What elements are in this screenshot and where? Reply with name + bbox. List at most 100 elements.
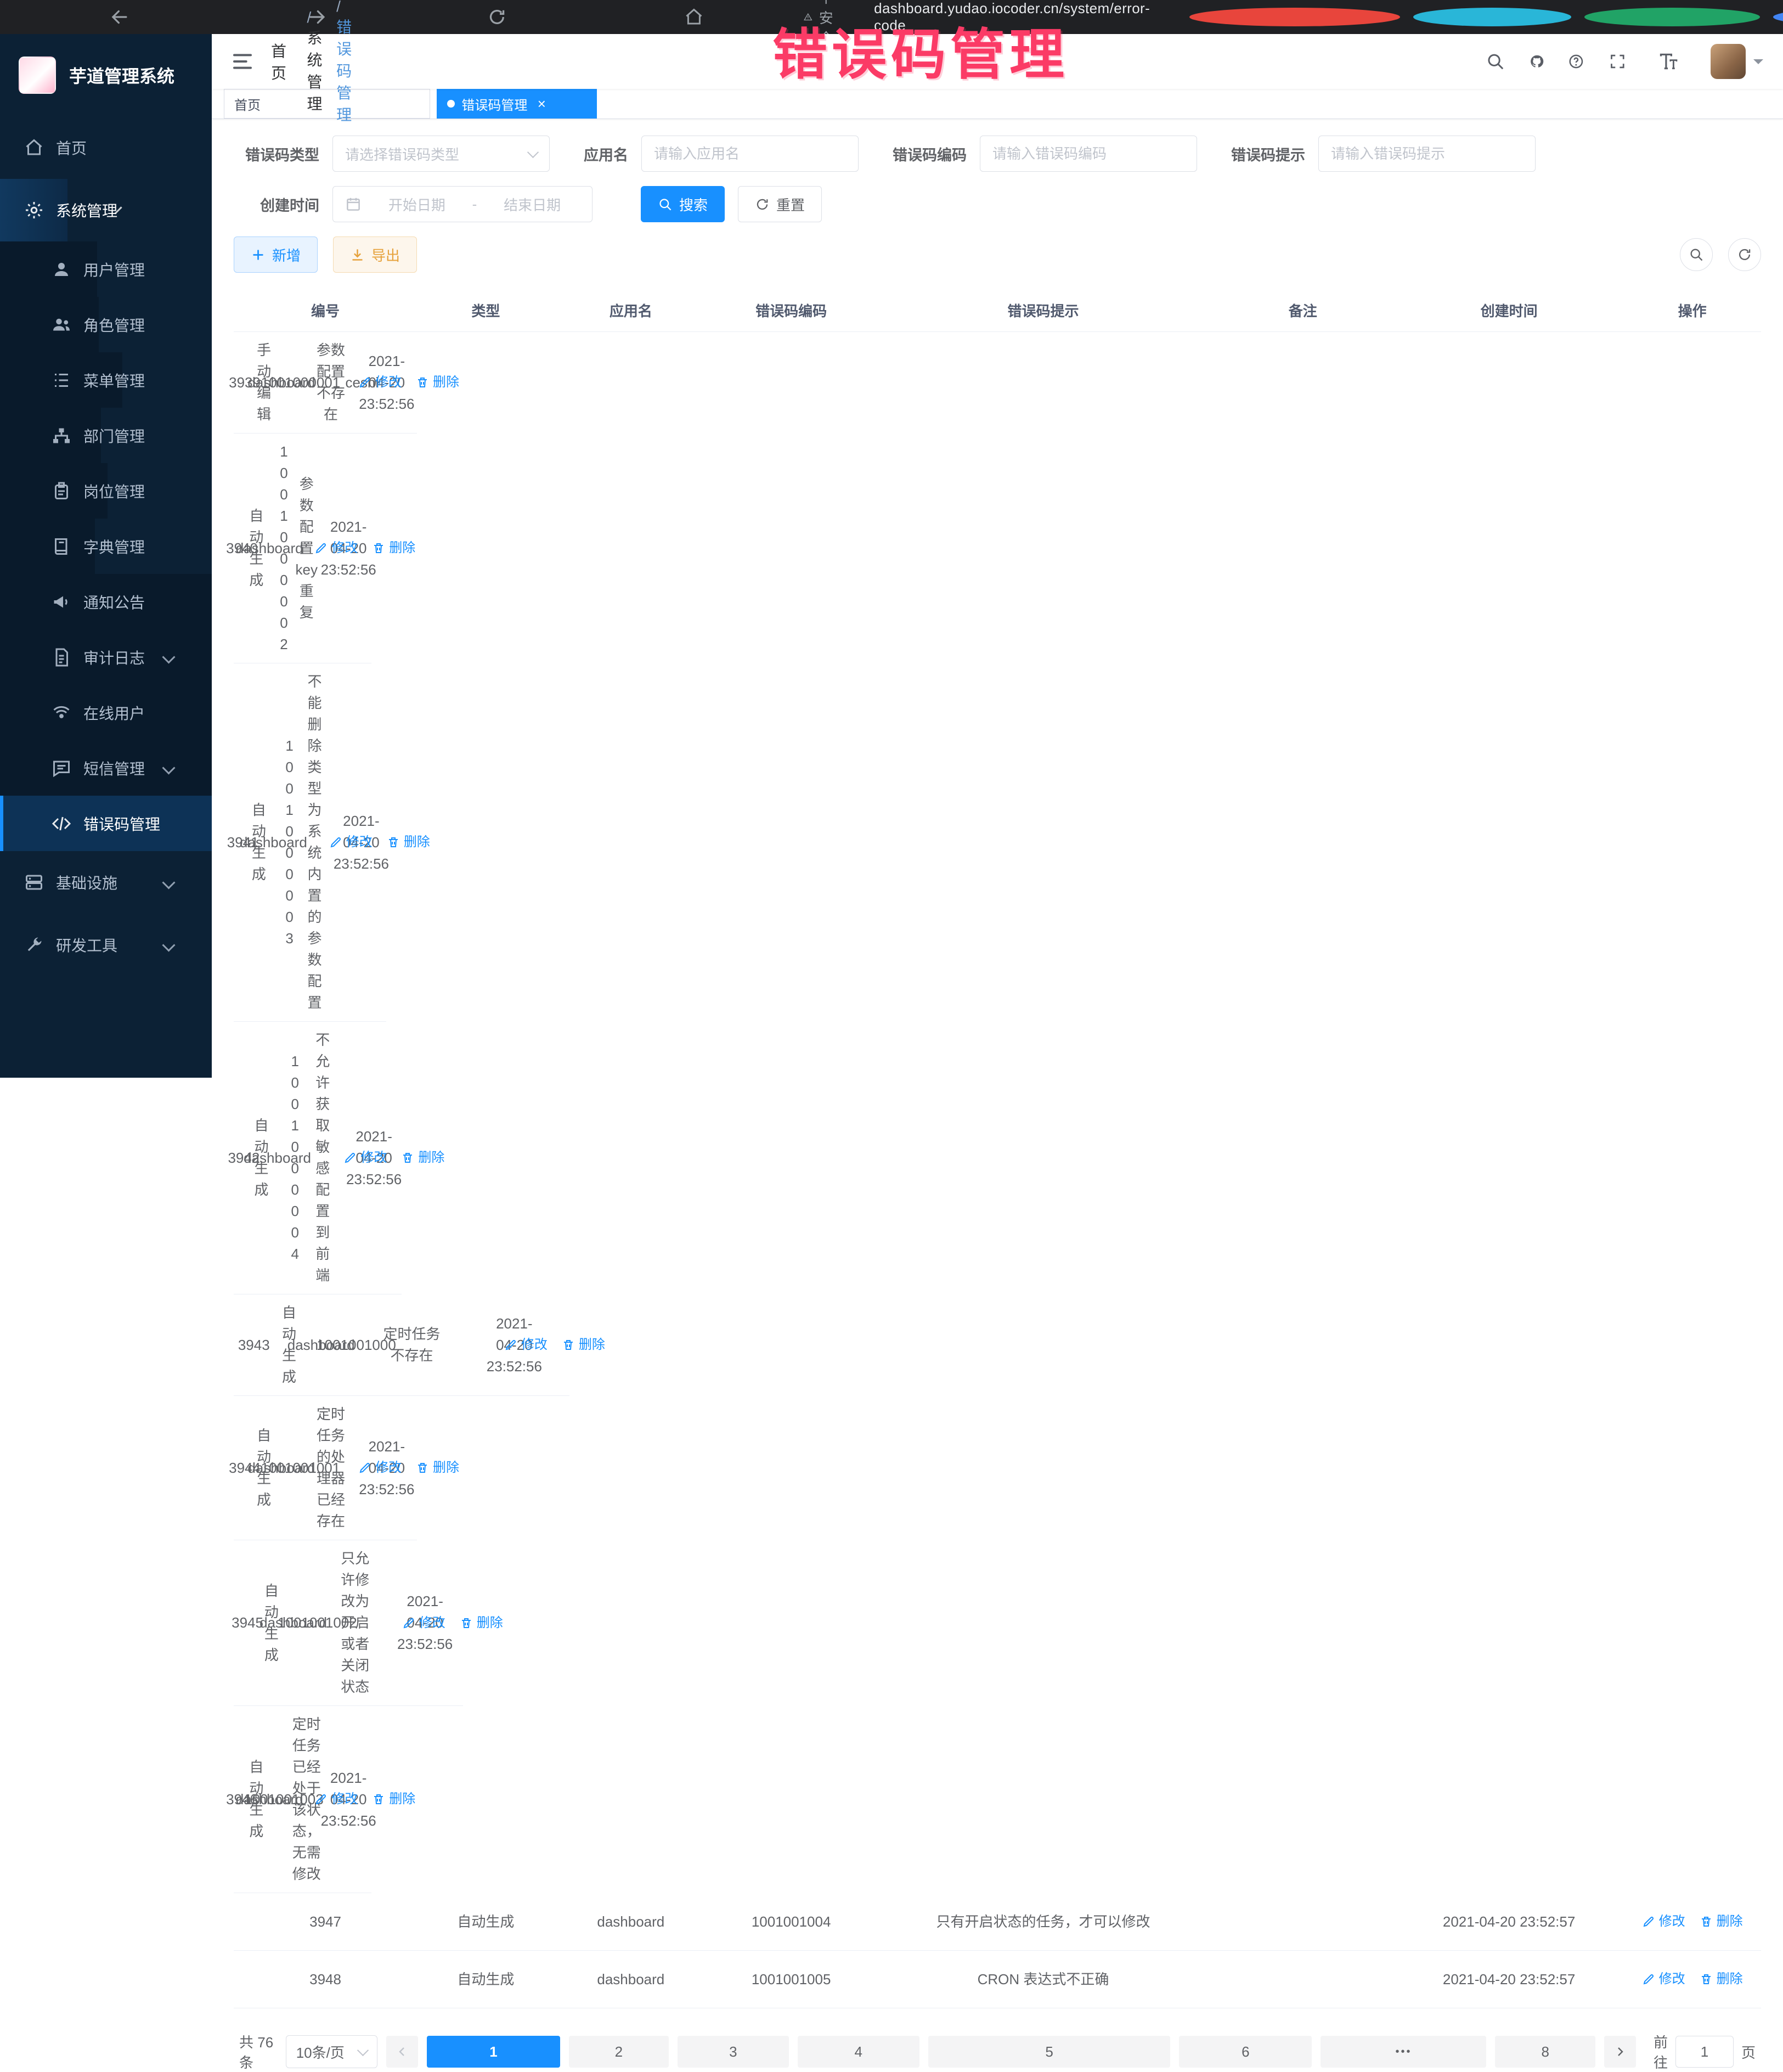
edit-link[interactable]: 修改 [1642,1912,1685,1932]
app-name-input[interactable] [641,136,859,172]
sidebar-item[interactable]: 岗位管理 [0,463,108,519]
sidebar-item-label: 系统管理 [56,199,117,221]
fullscreen-icon[interactable] [1609,51,1627,72]
question-icon[interactable] [1568,51,1584,72]
page-button[interactable]: 2 [569,2036,669,2068]
refresh-icon [755,197,770,212]
reset-button[interactable]: 重置 [738,186,822,222]
page-button[interactable]: 8 [1495,2036,1595,2068]
cell-message: 不允许获取敏感配置到前端 [304,1024,341,1292]
extension-drop[interactable] [1413,8,1571,26]
close-icon[interactable] [534,96,549,111]
cell-actions: 修改 删除 [359,436,371,661]
breadcrumb-item[interactable]: 首页 [271,40,297,83]
pagination: 共 76 条 10条/页 1 2 3 4 [239,2031,1756,2072]
sidebar-item[interactable]: 字典管理 [0,519,95,574]
sidebar-item[interactable]: 基础设施 [0,851,212,914]
refresh-icon [1737,247,1752,262]
breadcrumb-item[interactable]: 系统管理 [307,9,326,114]
breadcrumb: 首页 系统管理 错误码管理 [271,0,488,125]
export-button[interactable]: 导出 [333,237,417,273]
error-type-select[interactable]: 请选择错误码类型 [332,136,550,172]
error-hint-input[interactable] [1318,136,1536,172]
table-row: 3945 自动生成 dashboard 1001001002 只允许修改为开启或… [234,1540,463,1706]
sidebar-item-label: 用户管理 [83,258,145,280]
date-range-picker[interactable]: 开始日期 - 结束日期 [332,186,593,222]
edit-link[interactable]: 修改 [504,1335,548,1355]
hamburger-icon[interactable] [232,50,253,72]
page-button[interactable]: 1 [427,2036,560,2068]
page-button[interactable]: 4 [798,2036,919,2068]
page-button[interactable]: 3 [678,2036,788,2068]
delete-link[interactable]: 删除 [460,1613,503,1633]
page-button[interactable]: ••• [1321,2036,1486,2068]
delete-link[interactable]: 删除 [1700,1969,1743,1989]
edit-link[interactable]: 修改 [343,1148,387,1168]
cell-actions: 修改 删除 [1623,1953,1761,2006]
home-icon[interactable] [597,7,791,27]
toggle-search-button[interactable] [1680,238,1713,271]
delete-icon [562,1338,575,1352]
sidebar-item[interactable]: 审计日志 [0,629,212,685]
app-logo[interactable]: 芋道管理系统 [0,34,212,116]
filter-app-label: 应用名 [584,143,628,165]
chevron-icon [162,876,175,889]
edit-link[interactable]: 修改 [358,1458,402,1478]
page-button[interactable]: 6 [1179,2036,1312,2068]
back-icon[interactable] [14,7,225,27]
column-header: 应用名 [555,300,707,320]
sidebar-item[interactable]: 在线用户 [0,685,212,740]
extension-grid[interactable] [1773,8,1783,26]
delete-link[interactable]: 删除 [401,1148,444,1168]
add-button[interactable]: 新增 [234,237,318,273]
refresh-table-button[interactable] [1728,238,1761,271]
sidebar-item[interactable]: 短信管理 [0,740,212,796]
delete-link[interactable]: 删除 [416,373,459,392]
edit-icon [504,1338,517,1352]
edit-link[interactable]: 修改 [314,1789,358,1809]
delete-link[interactable]: 删除 [387,832,430,852]
sidebar-item[interactable]: 部门管理 [0,408,101,463]
search-button[interactable]: 搜索 [641,186,725,222]
sidebar-item[interactable]: 研发工具 [0,914,212,976]
extension-red[interactable] [1189,8,1400,26]
sidebar-item[interactable]: 菜单管理 [0,352,122,408]
delete-link[interactable]: 删除 [416,1458,459,1478]
sidebar-item[interactable]: 首页 [0,116,74,179]
chevron-down-icon [357,2044,369,2056]
sidebar-item[interactable]: 角色管理 [0,297,99,352]
sidebar-item[interactable]: 通知公告 [0,574,212,629]
column-header: 创建时间 [1395,300,1624,320]
edit-link[interactable]: 修改 [358,373,402,392]
edit-link[interactable]: 修改 [329,832,373,852]
page-size-select[interactable]: 10条/页 [286,2035,378,2068]
delete-link[interactable]: 删除 [372,538,415,558]
extension-green-check[interactable] [1584,8,1760,26]
textsize-icon[interactable] [1651,51,1686,72]
sidebar-item[interactable]: 系统管理 [0,179,67,241]
sidebar-item[interactable]: 用户管理 [0,241,97,297]
user-dropdown[interactable] [1711,44,1763,79]
github-icon[interactable] [1530,51,1544,72]
delete-icon [372,542,385,555]
search-icon[interactable] [1486,51,1505,72]
page-button[interactable]: 5 [928,2036,1170,2068]
prev-page-button[interactable] [386,2036,418,2068]
goto-page-input[interactable] [1675,2036,1734,2068]
gear-icon [24,200,44,220]
url-bar[interactable]: dashboard.yudao.iocoder.cn/system/error-… [874,0,1150,34]
cell-app: dashboard [555,1953,707,2006]
breadcrumb-item[interactable]: 错误码管理 [336,0,358,125]
sidebar-item[interactable]: 错误码管理 [0,796,212,851]
cell-actions: 修改 删除 [359,1708,371,1890]
delete-link[interactable]: 删除 [372,1789,415,1809]
search-icon [1689,247,1704,262]
next-page-button[interactable] [1604,2036,1636,2068]
navbar-actions [1486,44,1763,79]
edit-link[interactable]: 修改 [1642,1969,1685,1989]
edit-link[interactable]: 修改 [402,1613,445,1633]
delete-link[interactable]: 删除 [1700,1912,1743,1932]
delete-link[interactable]: 删除 [562,1335,605,1355]
edit-link[interactable]: 修改 [314,538,358,558]
error-code-input[interactable] [980,136,1197,172]
